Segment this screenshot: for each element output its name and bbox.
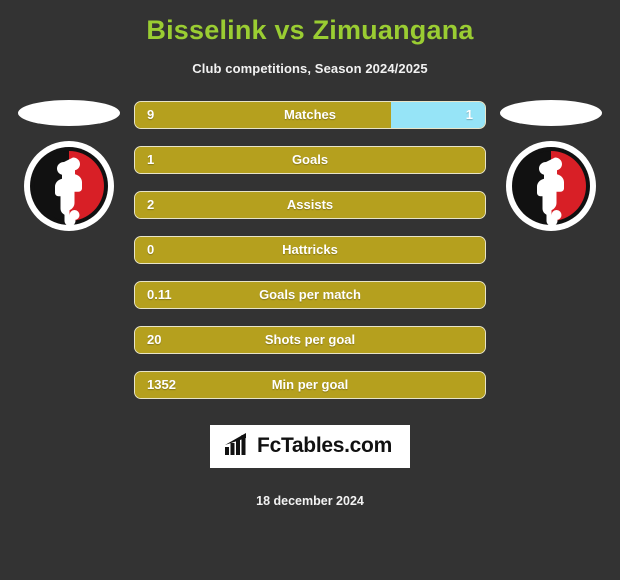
stat-label: Shots per goal — [264, 331, 356, 347]
player-right[interactable] — [486, 98, 616, 232]
table-row[interactable]: 0.11 Goals per match — [134, 280, 486, 309]
table-row[interactable]: 20 Shots per goal — [134, 325, 486, 354]
stat-label: Hattricks — [282, 241, 338, 257]
stat-label: Assists — [286, 196, 334, 212]
stat-label: Min per goal — [271, 376, 349, 392]
stats-bars: 9 Matches 1 1 Goals 2 Assists 0 Hattrick… — [134, 98, 486, 399]
player-right-club-crest-icon — [505, 140, 597, 232]
player-left-club-crest-icon — [23, 140, 115, 232]
table-row[interactable]: 2 Assists — [134, 190, 486, 219]
comparison-area: 9 Matches 1 1 Goals 2 Assists 0 Hattrick… — [0, 98, 620, 399]
player-left[interactable] — [4, 98, 134, 232]
table-row[interactable]: 0 Hattricks — [134, 235, 486, 264]
site-logo-text: FcTables.com — [257, 434, 392, 458]
table-row[interactable]: 9 Matches 1 — [134, 100, 486, 129]
player-right-photo — [500, 99, 602, 126]
stat-label: Matches — [283, 106, 337, 122]
page-title: Bisselink vs Zimuangana — [146, 15, 474, 45]
table-row[interactable]: 1 Goals — [134, 145, 486, 174]
generated-date: 18 december 2024 — [256, 493, 364, 508]
page-subtitle: Club competitions, Season 2024/2025 — [192, 60, 428, 76]
stat-label: Goals per match — [259, 286, 361, 302]
comparison-infographic: Bisselink vs Zimuangana Club competition… — [0, 0, 620, 580]
stat-value-right: 1 — [465, 106, 473, 122]
player-left-photo — [18, 99, 120, 126]
table-row[interactable]: 1352 Min per goal — [134, 370, 486, 399]
stat-label: Goals — [291, 151, 329, 167]
bar-chart-icon — [224, 432, 250, 461]
site-logo[interactable]: FcTables.com — [0, 424, 620, 468]
